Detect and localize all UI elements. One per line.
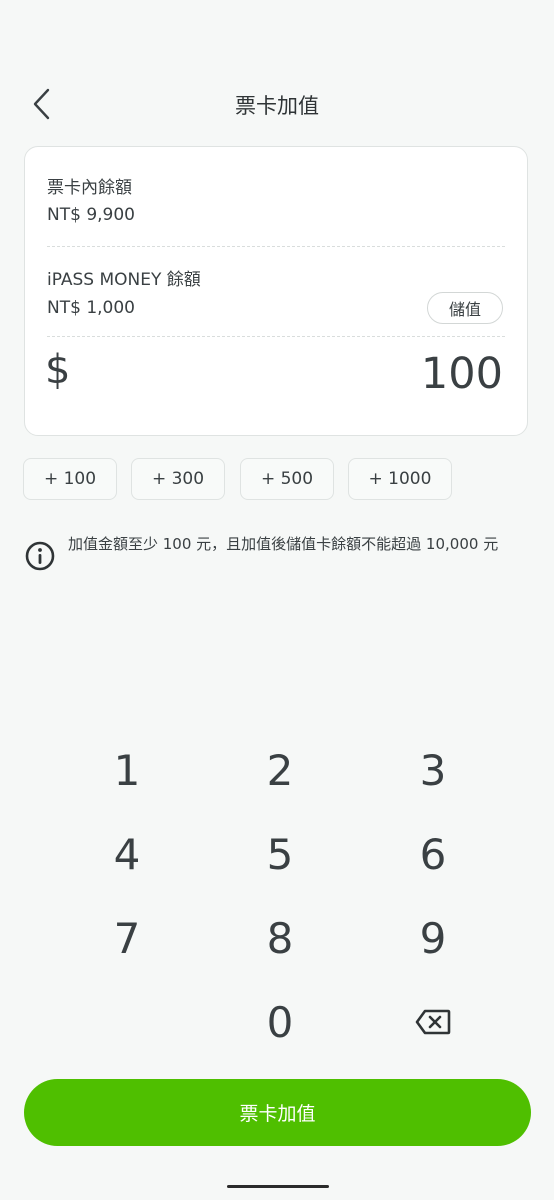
divider	[47, 336, 505, 337]
key-3[interactable]: 3	[356, 728, 510, 812]
notice-text: 加值金額至少 100 元，且加值後儲值卡餘額不能超過 10,000 元	[68, 535, 499, 553]
home-indicator	[227, 1185, 329, 1188]
backspace-icon	[415, 1009, 451, 1035]
currency-symbol: $	[45, 347, 71, 393]
quick-amount-100-button[interactable]: + 100	[23, 458, 117, 500]
divider	[47, 246, 505, 247]
quick-amount-500-button[interactable]: + 500	[240, 458, 334, 500]
ipass-balance-value: NT$ 1,000	[47, 298, 135, 318]
key-4[interactable]: 4	[50, 812, 204, 896]
card-balance-label: 票卡內餘額	[47, 178, 132, 198]
quick-amount-300-button[interactable]: + 300	[131, 458, 225, 500]
quick-amount-1000-button[interactable]: + 1000	[348, 458, 452, 500]
topup-button[interactable]: 儲值	[427, 292, 503, 324]
key-6[interactable]: 6	[356, 812, 510, 896]
keypad: 1 2 3 4 5 6 7 8 9 0	[50, 728, 510, 1068]
key-8[interactable]: 8	[203, 896, 357, 980]
page-title: 票卡加值	[235, 94, 319, 118]
key-9[interactable]: 9	[356, 896, 510, 980]
backspace-button[interactable]	[356, 980, 510, 1064]
key-5[interactable]: 5	[203, 812, 357, 896]
key-2[interactable]: 2	[203, 728, 357, 812]
ipass-balance-label: iPASS MONEY 餘額	[47, 270, 201, 290]
balance-card: 票卡內餘額 NT$ 9,900 iPASS MONEY 餘額 NT$ 1,000…	[24, 146, 528, 436]
card-balance-value: NT$ 9,900	[47, 205, 135, 225]
key-1[interactable]: 1	[50, 728, 204, 812]
header: 票卡加值	[0, 74, 554, 134]
page: 票卡加值 票卡內餘額 NT$ 9,900 iPASS MONEY 餘額 NT$ …	[0, 0, 554, 1200]
submit-topup-button[interactable]: 票卡加值	[24, 1079, 531, 1146]
key-7[interactable]: 7	[50, 896, 204, 980]
key-0[interactable]: 0	[203, 980, 357, 1064]
info-icon	[25, 541, 55, 571]
amount-input[interactable]: 100	[421, 349, 503, 399]
